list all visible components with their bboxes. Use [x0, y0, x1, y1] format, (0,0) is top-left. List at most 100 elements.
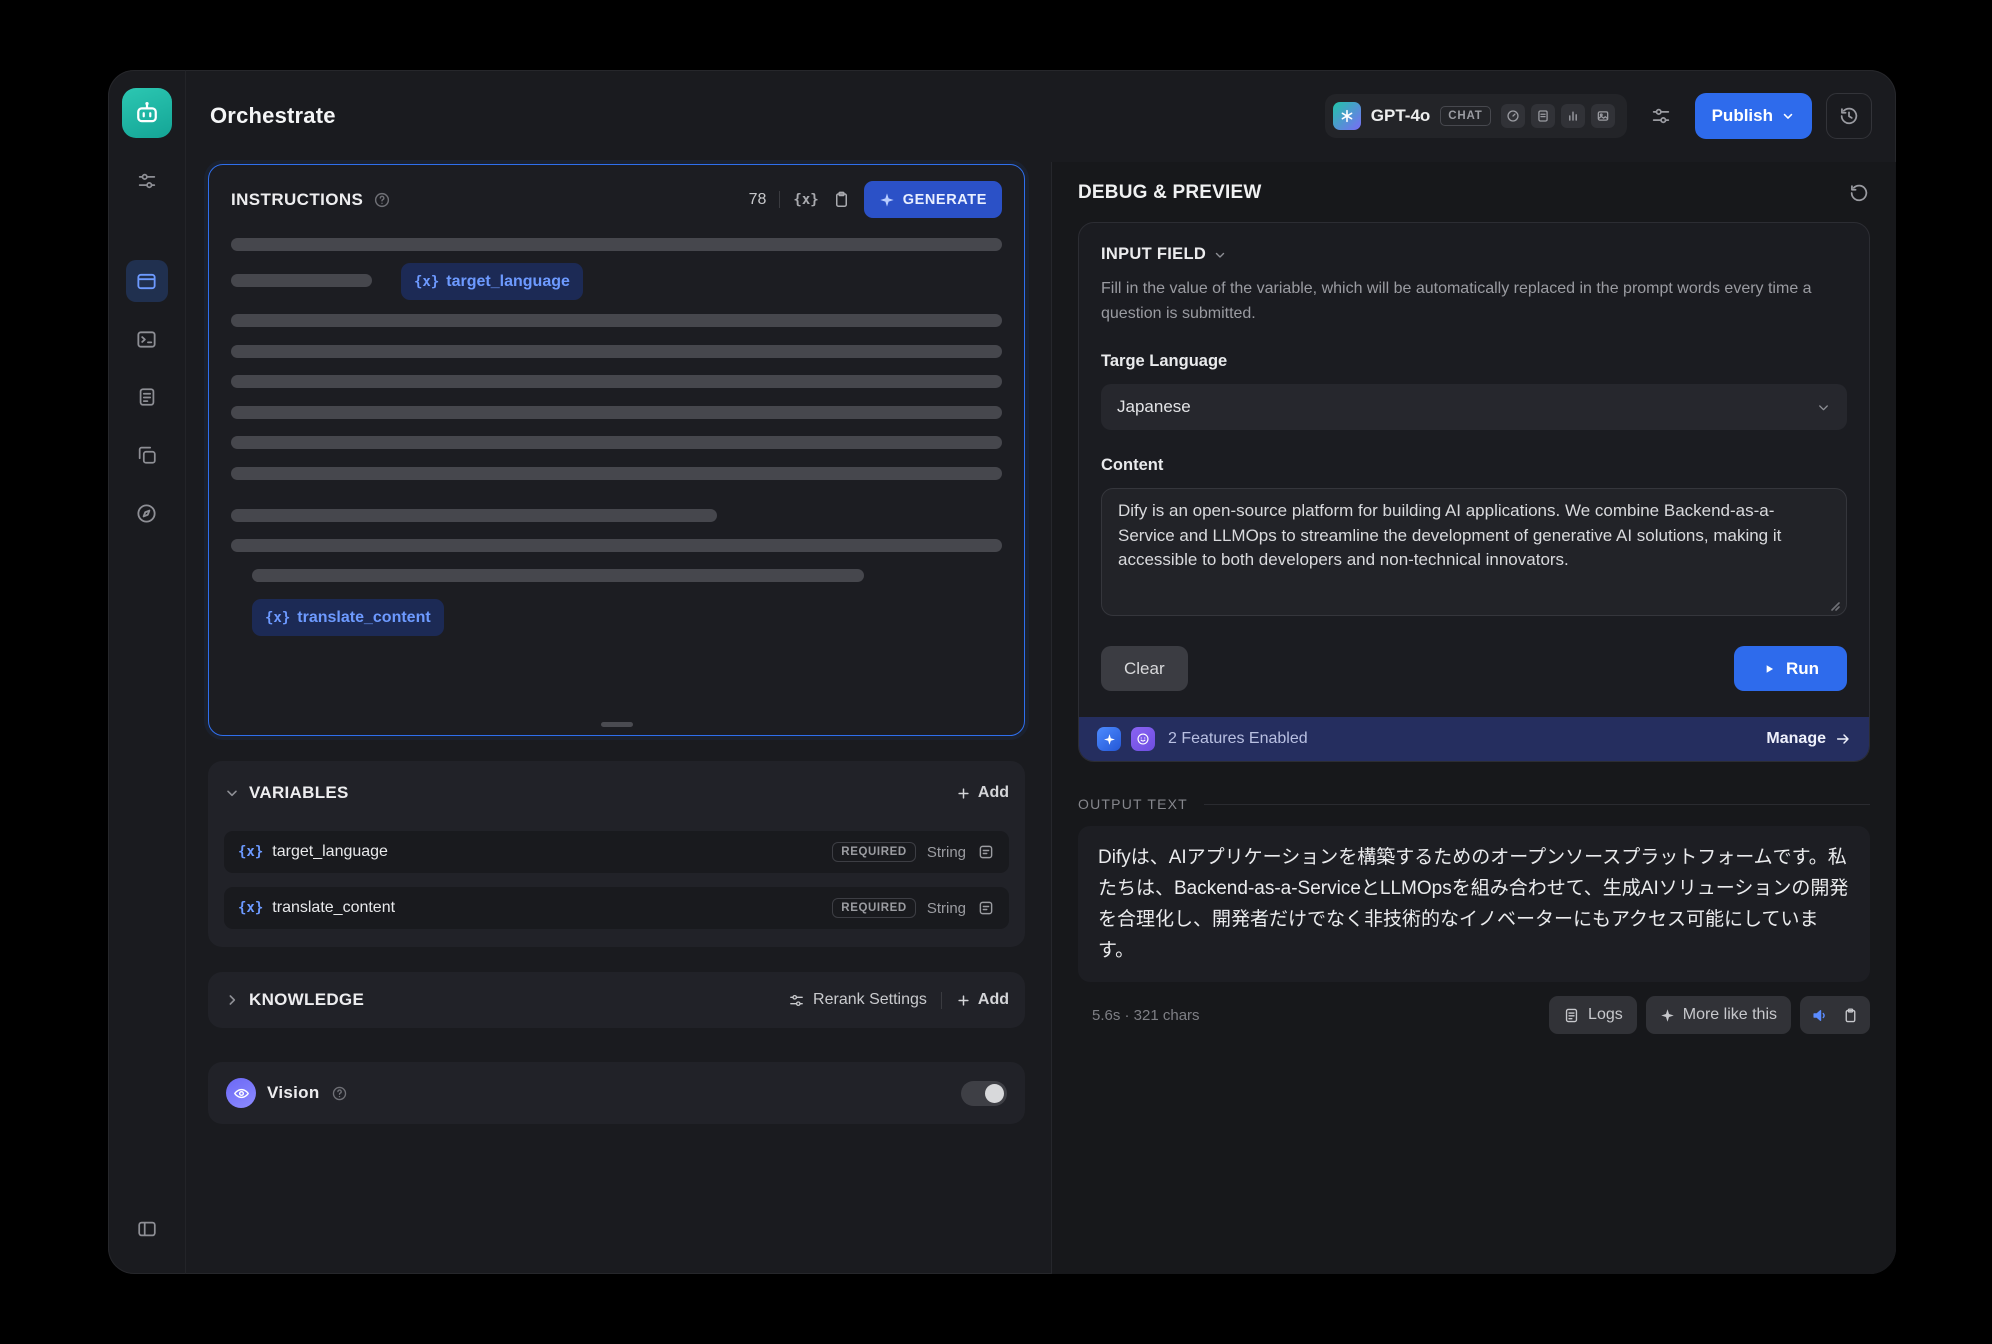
model-settings-icon-button[interactable] — [1641, 96, 1681, 136]
sparkle-icon — [1660, 1008, 1675, 1023]
sidebar-item-annotation[interactable] — [126, 434, 168, 476]
model-selector[interactable]: GPT-4o CHAT — [1325, 94, 1627, 138]
equalizer-icon — [1561, 104, 1585, 128]
run-label: Run — [1786, 659, 1819, 679]
variable-chip-label: translate_content — [297, 609, 430, 627]
instructions-header: INSTRUCTIONS 78 {x} — [209, 165, 1024, 226]
collapse-sidebar-button[interactable] — [126, 1208, 168, 1250]
features-bar: 2 Features Enabled Manage — [1079, 717, 1869, 761]
app-avatar[interactable] — [122, 88, 172, 138]
input-field-title: INPUT FIELD — [1101, 245, 1206, 264]
doc-icon — [1531, 104, 1555, 128]
clipboard-icon[interactable] — [832, 190, 851, 209]
target-language-select[interactable]: Japanese — [1101, 384, 1847, 430]
help-icon[interactable] — [331, 1085, 348, 1102]
knowledge-title: KNOWLEDGE — [249, 990, 364, 1010]
resize-handle[interactable] — [601, 722, 633, 727]
input-field-card: INPUT FIELD Fill in the value of the var… — [1078, 222, 1870, 762]
knowledge-actions: Rerank Settings Add — [788, 991, 1009, 1009]
clock-history-icon — [1838, 105, 1860, 127]
publish-button[interactable]: Publish — [1695, 93, 1812, 139]
variable-insert-icon[interactable]: {x} — [793, 192, 818, 208]
add-variable-button[interactable]: Add — [956, 784, 1009, 802]
content-textarea[interactable]: Dify is an open-source platform for buil… — [1101, 488, 1847, 616]
debug-title: DEBUG & PREVIEW — [1078, 182, 1262, 204]
string-type-icon[interactable] — [977, 843, 995, 861]
variable-row[interactable]: {x} translate_content REQUIRED String — [224, 887, 1009, 929]
add-knowledge-button[interactable]: Add — [956, 991, 1009, 1009]
variable-chip[interactable]: {x} target_language — [401, 263, 583, 300]
variable-name: translate_content — [272, 899, 395, 917]
sidebar-item-orchestrate[interactable] — [126, 260, 168, 302]
vision-toggle[interactable] — [961, 1081, 1007, 1106]
output-title: OUTPUT TEXT — [1078, 796, 1188, 812]
robot-icon — [133, 99, 161, 127]
logs-label: Logs — [1588, 1006, 1623, 1024]
char-count: 78 — [749, 191, 767, 209]
tune-icon — [1650, 105, 1672, 127]
plus-icon — [956, 786, 971, 801]
sidebar-item-logs[interactable] — [126, 376, 168, 418]
sidebar-nav — [126, 260, 168, 534]
rerank-sliders-icon — [788, 992, 805, 1009]
clear-button[interactable]: Clear — [1101, 646, 1188, 691]
panel-left-icon — [136, 1218, 158, 1240]
redacted-text-line — [231, 467, 1002, 480]
image-icon — [1591, 104, 1615, 128]
redacted-text-line — [231, 375, 1002, 388]
plus-icon — [956, 993, 971, 1008]
model-name: GPT-4o — [1371, 106, 1431, 126]
string-type-icon[interactable] — [977, 899, 995, 917]
vision-panel: Vision — [208, 1062, 1025, 1124]
generate-button[interactable]: GENERATE — [864, 181, 1002, 218]
eye-icon — [226, 1078, 256, 1108]
output-actions: Logs More like this — [1549, 996, 1870, 1034]
sidebar-item-terminal[interactable] — [126, 318, 168, 360]
run-button[interactable]: Run — [1734, 646, 1847, 691]
audio-actions — [1800, 996, 1870, 1034]
content-area: INSTRUCTIONS 78 {x} — [186, 162, 1896, 1274]
variable-row-meta: REQUIRED String — [832, 842, 995, 862]
variable-chip[interactable]: {x} translate_content — [252, 599, 444, 636]
resize-corner-icon[interactable] — [1828, 599, 1840, 611]
feature-sparkle-icon — [1097, 727, 1121, 751]
manage-label: Manage — [1766, 730, 1826, 748]
variable-row[interactable]: {x} target_language REQUIRED String — [224, 831, 1009, 873]
sliders-icon — [136, 170, 158, 192]
logs-button[interactable]: Logs — [1549, 996, 1637, 1034]
sidebar-item-explore[interactable] — [126, 492, 168, 534]
rerank-settings-button[interactable]: Rerank Settings — [788, 991, 927, 1009]
input-field-header[interactable]: INPUT FIELD — [1101, 245, 1847, 264]
restart-icon-button[interactable] — [1848, 182, 1870, 204]
document-icon — [136, 386, 158, 408]
chevron-down-icon — [1816, 400, 1831, 415]
help-icon[interactable] — [373, 191, 391, 209]
preferences-icon-button[interactable] — [126, 160, 168, 202]
instructions-panel: INSTRUCTIONS 78 {x} — [208, 164, 1025, 736]
openai-logo-icon — [1333, 102, 1361, 130]
manage-features-button[interactable]: Manage — [1766, 730, 1851, 748]
chat-mode-badge: CHAT — [1440, 106, 1490, 126]
chevron-right-icon[interactable] — [224, 992, 240, 1008]
rerank-label: Rerank Settings — [813, 991, 927, 1009]
more-like-this-button[interactable]: More like this — [1646, 996, 1791, 1034]
chevron-down-icon — [1781, 109, 1795, 123]
variables-header[interactable]: VARIABLES Add — [224, 769, 1009, 817]
redacted-text-line — [231, 406, 1002, 419]
redacted-text-line — [231, 436, 1002, 449]
speaker-icon[interactable] — [1811, 1006, 1830, 1025]
redacted-text-line — [231, 238, 1002, 251]
copy-edit-icon — [136, 444, 158, 466]
form-actions: Clear Run — [1101, 646, 1847, 691]
knowledge-panel: KNOWLEDGE Rerank Settings — [208, 972, 1025, 1028]
generate-label: GENERATE — [903, 192, 987, 208]
instructions-actions: 78 {x} — [749, 181, 1002, 218]
history-button[interactable] — [1826, 93, 1872, 139]
redacted-text-line — [231, 539, 1002, 552]
input-field-body: INPUT FIELD Fill in the value of the var… — [1079, 223, 1869, 717]
output-meta: 5.6s · 321 chars — [1092, 1007, 1200, 1024]
output-footer: 5.6s · 321 chars Logs — [1078, 996, 1870, 1034]
copy-icon[interactable] — [1842, 1007, 1859, 1024]
app-window: Orchestrate GPT-4o CHAT — [108, 70, 1896, 1274]
chevron-down-icon — [224, 785, 240, 801]
